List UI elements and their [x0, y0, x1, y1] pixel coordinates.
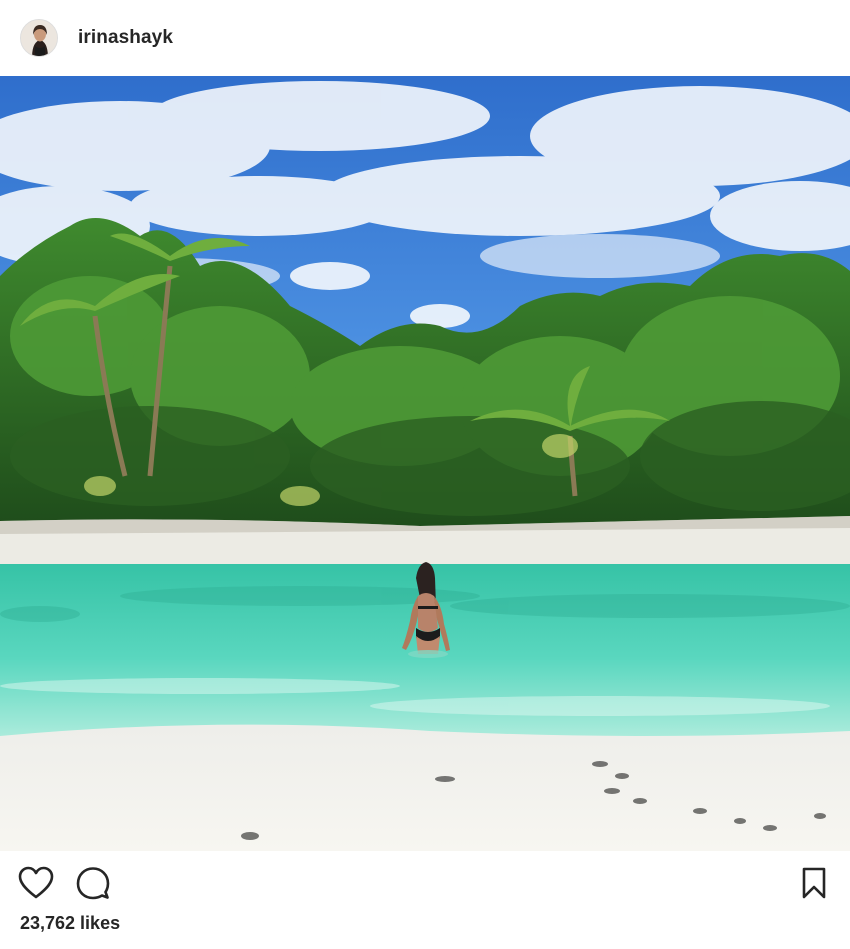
near-beach — [0, 724, 850, 851]
post-header: irinashayk — [0, 0, 850, 76]
save-button[interactable] — [794, 863, 834, 903]
like-button[interactable] — [16, 863, 56, 903]
username-link[interactable]: irinashayk — [78, 27, 173, 49]
avatar[interactable] — [20, 19, 58, 57]
beach-photo — [0, 76, 850, 851]
comment-button[interactable] — [73, 863, 113, 903]
post-photo[interactable] — [0, 76, 850, 851]
comment-icon — [76, 867, 110, 900]
bookmark-icon — [802, 867, 826, 899]
avatar-image — [21, 20, 57, 56]
instagram-post: irinashayk 23,762 likes — [0, 0, 850, 949]
likes-count[interactable]: 23,762 likes — [20, 913, 120, 934]
heart-icon — [18, 866, 54, 899]
action-bar — [0, 851, 850, 913]
